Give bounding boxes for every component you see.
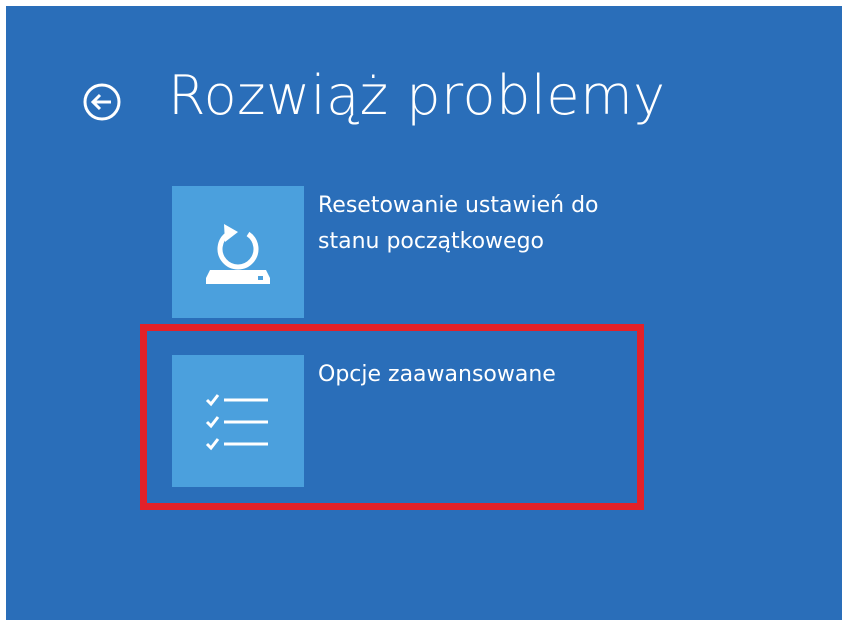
reset-pc-label: Resetowanie ustawień do stanu początkowe… [318,193,599,254]
advanced-options-tile [172,355,304,487]
back-arrow-circle-icon [83,83,121,121]
reset-pc-icon [206,224,270,284]
advanced-options-option[interactable]: Opcje zaawansowane [172,355,642,489]
checklist-icon [205,394,268,451]
reset-pc-tile [172,186,304,318]
advanced-options-label: Opcje zaawansowane [318,362,556,387]
page-title: Rozwiąż problemy [168,64,666,127]
troubleshoot-screen: Rozwiąż problemy Resetowanie ustawień do… [6,6,842,620]
back-button[interactable] [79,79,125,125]
reset-pc-option[interactable]: Resetowanie ustawień do stanu początkowe… [172,186,642,320]
